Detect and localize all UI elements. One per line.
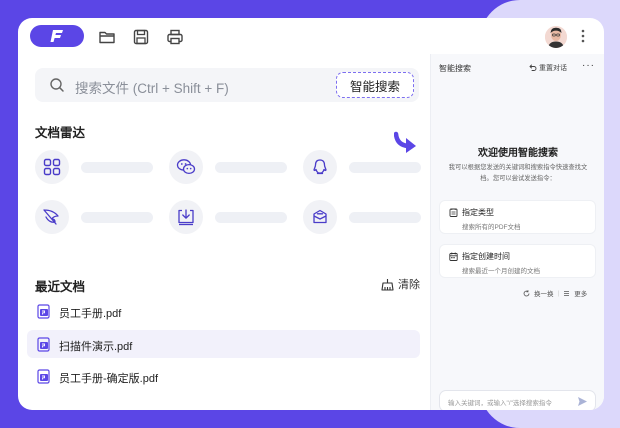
radar-item-mail[interactable]: [303, 200, 433, 234]
list-icon: [564, 290, 570, 296]
radar-icon-wrap: [35, 150, 69, 184]
clear-button[interactable]: 清除: [381, 276, 420, 292]
recent-doc-row[interactable]: 员工手册-确定版.pdf: [27, 362, 420, 390]
search-input[interactable]: 搜索文件 (Ctrl + Shift + F): [75, 77, 229, 97]
feather-icon: [43, 209, 59, 225]
radar-item-apps[interactable]: [35, 150, 165, 184]
reset-label: 重置对话: [539, 65, 567, 72]
pdf-file-icon: [37, 304, 50, 319]
suggestion-card-time[interactable]: 指定创建时间 搜索最近一个月创建的文档: [439, 244, 596, 278]
card-subtitle: 搜索最近一个月创建的文档: [462, 268, 540, 275]
radar-title: 文档雷达: [35, 126, 86, 140]
radar-item-download[interactable]: [169, 200, 299, 234]
welcome-title: 欢迎使用智能搜索: [478, 148, 558, 159]
radar-icon-wrap: [169, 150, 203, 184]
radar-placeholder-bar: [81, 162, 153, 173]
smart-search-button[interactable]: 智能搜索: [336, 72, 414, 98]
refresh-button[interactable]: 换一换: [534, 288, 554, 298]
calendar-icon: [449, 252, 458, 261]
search-icon: [50, 78, 64, 92]
search-bar[interactable]: 搜索文件 (Ctrl + Shift + F) 智能搜索: [35, 68, 419, 102]
chat-input-placeholder[interactable]: 输入关键词，或输入"/"选择搜索指令: [448, 397, 552, 407]
app-logo-button[interactable]: [30, 25, 84, 47]
qq-icon: [313, 159, 327, 175]
welcome-subtitle: 我可以根据您发送的关键词和搜索指令快速查找文档。您可以尝试发送指令：: [448, 164, 588, 182]
main-area: 搜索文件 (Ctrl + Shift + F) 智能搜索 文档雷达 最近文档 清…: [18, 54, 430, 410]
recent-title: 最近文档: [35, 280, 86, 294]
kebab-icon[interactable]: [580, 28, 586, 44]
radar-icon-wrap: [303, 150, 337, 184]
panel-links: 换一换 | 更多: [523, 288, 587, 298]
radar-item-qq[interactable]: [303, 150, 433, 184]
f-logo-icon: [50, 30, 63, 42]
suggestion-card-type[interactable]: 指定类型 搜索所有的PDF文档: [439, 200, 596, 234]
card-subtitle: 搜索所有的PDF文档: [462, 224, 521, 231]
apps-grid-icon: [43, 158, 61, 176]
doc-name: 扫描件演示.pdf: [59, 341, 133, 353]
broom-icon: [381, 278, 394, 291]
more-link[interactable]: 更多: [574, 288, 587, 298]
doc-name: 员工手册.pdf: [59, 308, 122, 320]
reset-chat-button[interactable]: 重置对话: [529, 63, 567, 73]
radar-placeholder-bar: [215, 162, 287, 173]
send-icon[interactable]: [577, 396, 588, 407]
app-window: 搜索文件 (Ctrl + Shift + F) 智能搜索 文档雷达 最近文档 清…: [18, 18, 604, 410]
card-title: 指定类型: [462, 208, 494, 217]
clear-label: 清除: [398, 279, 420, 291]
chat-input[interactable]: 输入关键词，或输入"/"选择搜索指令: [439, 390, 596, 410]
print-icon[interactable]: [166, 28, 184, 46]
recent-doc-row[interactable]: 扫描件演示.pdf: [27, 330, 420, 358]
radar-icon-wrap: [35, 200, 69, 234]
download-icon: [178, 209, 194, 226]
radar-item-wechat[interactable]: [169, 150, 299, 184]
undo-icon: [529, 64, 537, 71]
radar-placeholder-bar: [215, 212, 287, 223]
doc-name: 员工手册-确定版.pdf: [59, 373, 159, 385]
top-bar: [18, 18, 604, 54]
radar-icon-wrap: [169, 200, 203, 234]
radar-icon-wrap: [303, 200, 337, 234]
panel-title: 智能搜索: [439, 64, 471, 73]
file-type-icon: [449, 208, 458, 217]
pdf-file-icon: [37, 369, 50, 384]
radar-placeholder-bar: [349, 212, 421, 223]
radar-placeholder-bar: [81, 212, 153, 223]
save-icon[interactable]: [132, 28, 150, 46]
pdf-file-icon: [37, 337, 50, 352]
divider: |: [557, 289, 560, 297]
avatar-icon: [545, 26, 567, 48]
mail-icon: [313, 209, 327, 224]
folder-icon[interactable]: [98, 28, 116, 46]
smart-search-panel: 智能搜索 重置对话 ··· 欢迎使用智能搜索 我可以根据您发送的关键词和搜索指令…: [430, 54, 604, 410]
radar-placeholder-bar: [349, 162, 421, 173]
refresh-icon: [523, 289, 530, 296]
card-title: 指定创建时间: [462, 252, 510, 261]
panel-more-button[interactable]: ···: [582, 60, 595, 71]
radar-item-feather[interactable]: [35, 200, 165, 234]
wechat-icon: [176, 159, 196, 175]
user-avatar[interactable]: [545, 26, 567, 48]
recent-doc-row[interactable]: 员工手册.pdf: [27, 297, 420, 325]
